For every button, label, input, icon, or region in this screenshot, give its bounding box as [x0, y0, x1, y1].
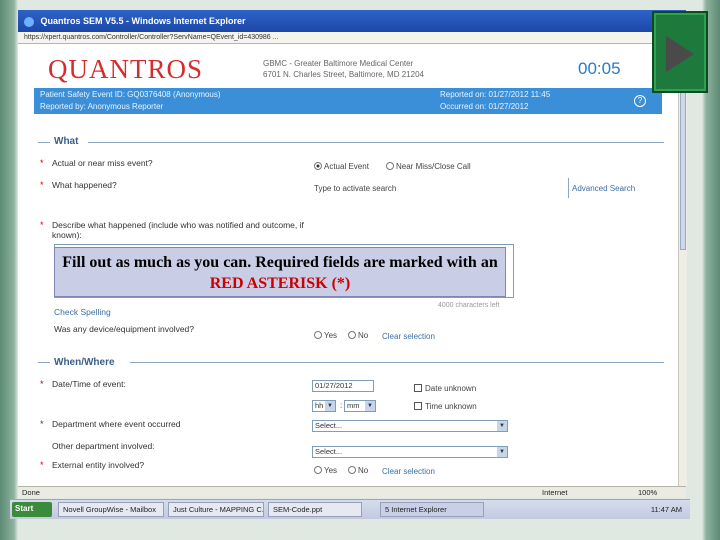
occurred-on: Occurred on: 01/27/2012 — [440, 102, 529, 111]
callout-text: Fill out as much as you can. Required fi… — [62, 254, 498, 271]
vertical-divider — [568, 178, 569, 198]
org-info: GBMC - Greater Baltimore Medical Center … — [263, 58, 424, 80]
radio-icon — [348, 331, 356, 339]
address-bar[interactable]: https://xpert.quantros.com/Controller/Co… — [18, 32, 686, 44]
what-happened-label: What happened? — [52, 180, 117, 190]
actual-event-radio[interactable]: Actual Event — [314, 162, 369, 171]
section-divider — [38, 362, 50, 363]
section-divider — [88, 142, 664, 143]
other-department-label: Other department involved: — [52, 441, 155, 451]
department-select[interactable]: Select... ▼ — [312, 420, 508, 432]
date-time-label: Date/Time of event: — [52, 379, 126, 389]
device-involved-label: Was any device/equipment involved? — [54, 324, 195, 334]
check-spelling-link[interactable]: Check Spelling — [54, 307, 111, 317]
event-dates: Reported on: 01/27/2012 11:45 Occurred o… — [440, 89, 550, 113]
chevron-down-icon: ▼ — [497, 421, 507, 431]
org-address: 6701 N. Charles Street, Baltimore, MD 21… — [263, 70, 424, 79]
taskbar: Start Novell GroupWise - Mailbox Just Cu… — [10, 499, 690, 519]
describe-label: Describe what happened (include who was … — [52, 220, 304, 240]
zone-text: Internet — [542, 488, 568, 497]
zoom-level[interactable]: 100% — [638, 487, 657, 498]
yes-label: Yes — [324, 331, 338, 340]
required-asterisk: * — [40, 180, 44, 190]
window-titlebar: Quantros SEM V5.5 - Windows Internet Exp… — [18, 10, 686, 32]
no-label: No — [358, 466, 369, 475]
time-separator: : — [340, 401, 343, 410]
taskbar-item-sem-code[interactable]: SEM-Code.ppt — [268, 502, 362, 517]
time-unknown-checkbox[interactable]: Time unknown — [414, 402, 477, 411]
start-button[interactable]: Start — [12, 502, 52, 517]
device-no-radio[interactable]: No — [348, 331, 368, 340]
internet-explorer-icon — [24, 16, 34, 27]
org-name: GBMC - Greater Baltimore Medical Center — [263, 59, 414, 68]
status-bar: Done Internet 100% — [18, 486, 686, 498]
section-divider — [38, 142, 50, 143]
radio-icon — [348, 466, 356, 474]
radio-icon — [314, 331, 322, 339]
checkbox-icon — [414, 402, 422, 410]
reported-by: Reported by: Anonymous Reporter — [40, 102, 164, 111]
help-icon[interactable]: ? — [634, 95, 646, 107]
hour-value: hh — [315, 401, 324, 410]
what-happened-search-input[interactable]: Type to activate search — [314, 184, 396, 193]
no-label: No — [358, 331, 369, 340]
characters-left: 4000 characters left — [438, 302, 500, 309]
advanced-search-link[interactable]: Advanced Search — [572, 184, 635, 193]
required-asterisk: * — [40, 158, 44, 168]
department-select-value: Select... — [315, 421, 343, 430]
play-button[interactable] — [652, 11, 708, 93]
device-yes-radio[interactable]: Yes — [314, 331, 337, 340]
checkbox-icon — [414, 384, 422, 392]
external-no-radio[interactable]: No — [348, 466, 368, 475]
device-clear-selection-link[interactable]: Clear selection — [382, 332, 435, 341]
minute-value: mm — [347, 401, 360, 410]
event-date-input[interactable]: 01/27/2012 — [312, 380, 374, 392]
other-department-select-value: Select... — [315, 447, 343, 456]
callout-red-text: RED ASTERISK (*) — [209, 275, 351, 292]
required-asterisk: * — [40, 460, 44, 470]
event-info-bar: Patient Safety Event ID: GQ0376408 (Anon… — [34, 88, 662, 114]
vertical-scrollbar[interactable] — [678, 44, 687, 486]
instruction-callout: Fill out as much as you can. Required fi… — [54, 247, 506, 297]
section-when-where: When/Where — [54, 357, 115, 368]
other-department-select[interactable]: Select... ▼ — [312, 446, 508, 458]
taskbar-item-groupwise[interactable]: Novell GroupWise - Mailbox — [58, 502, 164, 517]
hour-select[interactable]: hh ▼ — [312, 400, 336, 412]
required-asterisk: * — [40, 220, 44, 230]
session-timer: 00:05 — [578, 59, 621, 78]
yes-label: Yes — [324, 466, 338, 475]
section-divider — [130, 362, 664, 363]
event-id: Patient Safety Event ID: GQ0376408 (Anon… — [40, 90, 221, 99]
quantros-logo: QUANTROS — [48, 54, 204, 84]
radio-icon — [314, 466, 322, 474]
radio-checked-icon — [314, 162, 322, 170]
date-unknown-label: Date unknown — [425, 384, 477, 393]
required-asterisk: * — [40, 379, 44, 389]
minute-select[interactable]: mm ▼ — [344, 400, 376, 412]
taskbar-item-internet-explorer[interactable]: 5 Internet Explorer — [380, 502, 484, 517]
system-tray-clock: 11:47 AM — [650, 505, 682, 514]
actual-or-near-miss-label: Actual or near miss event? — [52, 158, 153, 168]
taskbar-item-just-culture[interactable]: Just Culture - MAPPING C... — [168, 502, 264, 517]
status-text: Done — [22, 488, 40, 497]
external-yes-radio[interactable]: Yes — [314, 466, 337, 475]
chevron-down-icon: ▼ — [497, 447, 507, 457]
actual-event-label: Actual Event — [324, 162, 369, 171]
play-icon — [666, 36, 694, 72]
external-entity-label: External entity involved? — [52, 460, 145, 470]
window-title: Quantros SEM V5.5 - Windows Internet Exp… — [40, 16, 246, 26]
date-unknown-checkbox[interactable]: Date unknown — [414, 384, 476, 393]
near-miss-radio[interactable]: Near Miss/Close Call — [386, 162, 471, 171]
time-unknown-label: Time unknown — [425, 402, 477, 411]
section-what: What — [54, 136, 79, 147]
near-miss-label: Near Miss/Close Call — [396, 162, 471, 171]
chevron-down-icon: ▼ — [325, 401, 335, 411]
radio-icon — [386, 162, 394, 170]
chevron-down-icon: ▼ — [365, 401, 375, 411]
external-clear-selection-link[interactable]: Clear selection — [382, 467, 435, 476]
reported-on: Reported on: 01/27/2012 11:45 — [440, 90, 551, 99]
required-asterisk: * — [40, 419, 44, 429]
department-label: Department where event occurred — [52, 419, 181, 429]
